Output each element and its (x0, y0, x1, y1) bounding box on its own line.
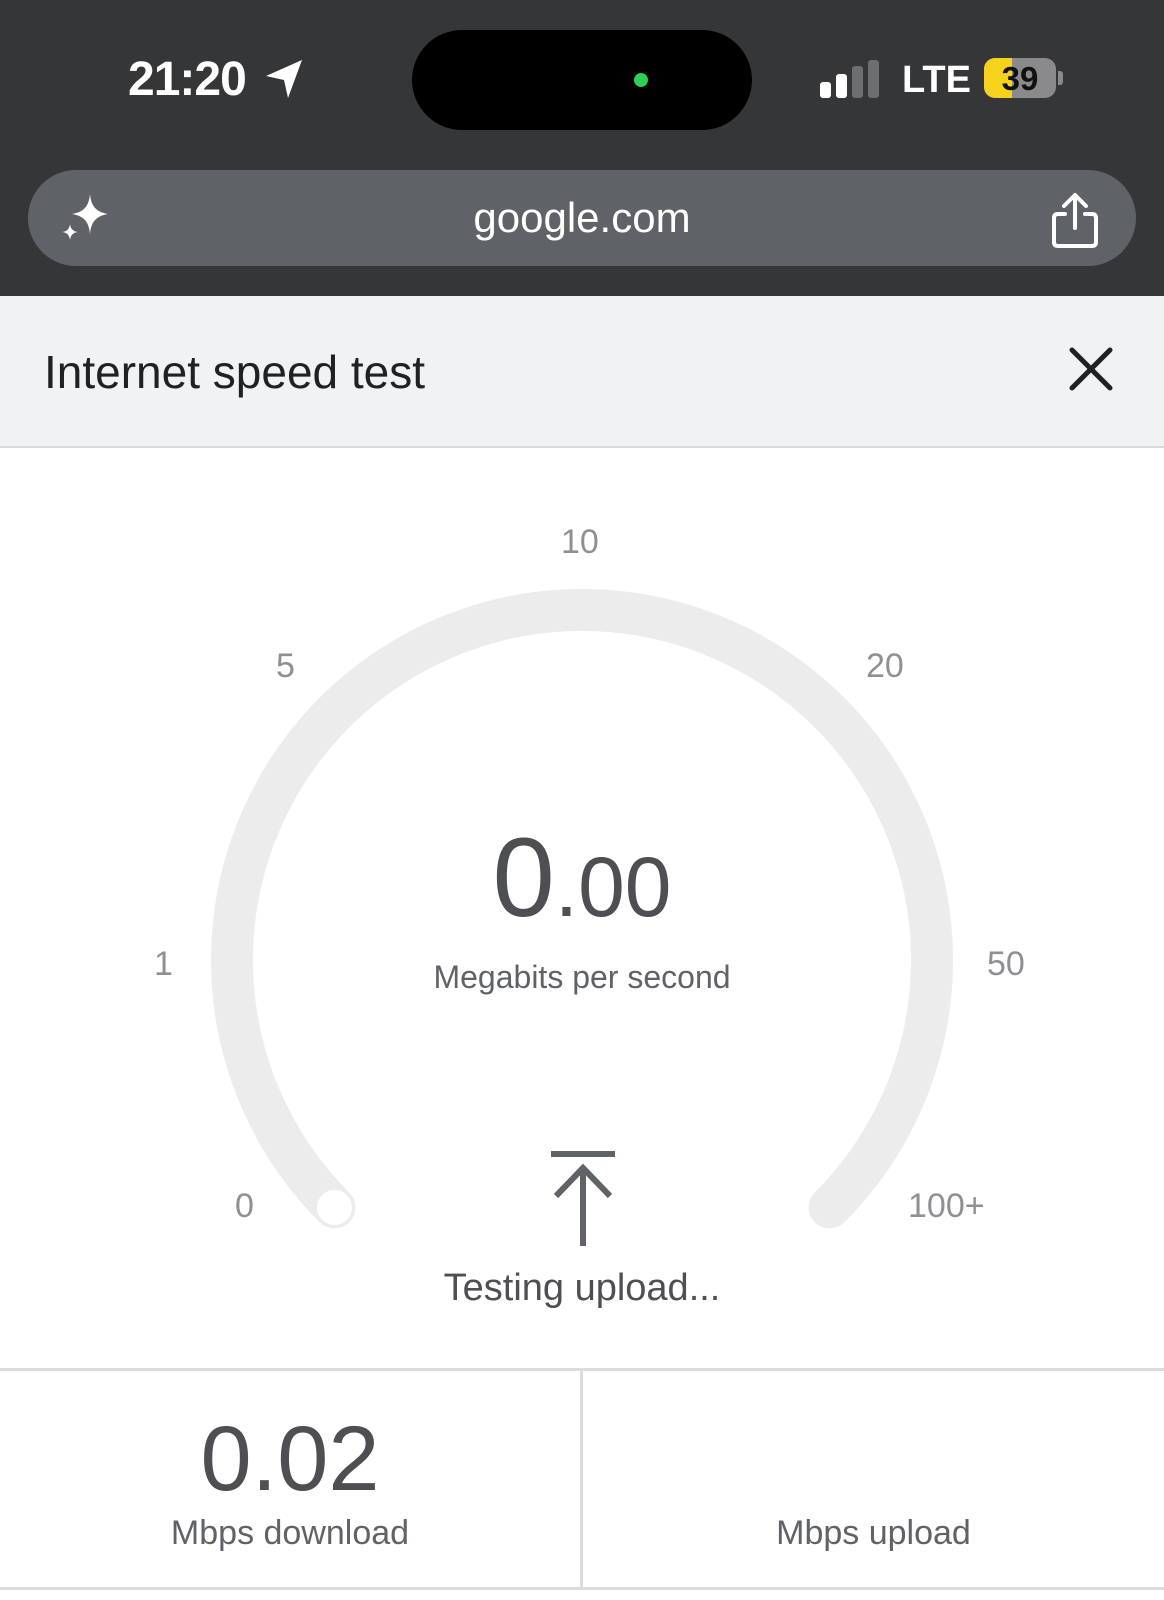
current-speed-value: 0.00 (492, 815, 672, 940)
tick-label-0: 0 (235, 1187, 254, 1225)
speed-unit: Megabits per second (433, 959, 731, 995)
download-speed-value: 0.02 (200, 1408, 380, 1510)
tick-label-20: 20 (866, 647, 904, 685)
upload-arrow-icon (551, 1151, 615, 1246)
test-status: Testing upload... (443, 1267, 721, 1309)
gauge-needle-knob (314, 1187, 355, 1228)
upload-speed-label: Mbps upload (776, 1514, 971, 1552)
results-divider (580, 1371, 583, 1587)
results-panel: 0.02 Mbps download Mbps upload (0, 1368, 1164, 1590)
tick-label-10: 10 (561, 523, 599, 561)
download-speed-label: Mbps download (170, 1514, 410, 1552)
tick-label-100: 100+ (908, 1187, 985, 1225)
tick-label-5: 5 (276, 647, 295, 685)
